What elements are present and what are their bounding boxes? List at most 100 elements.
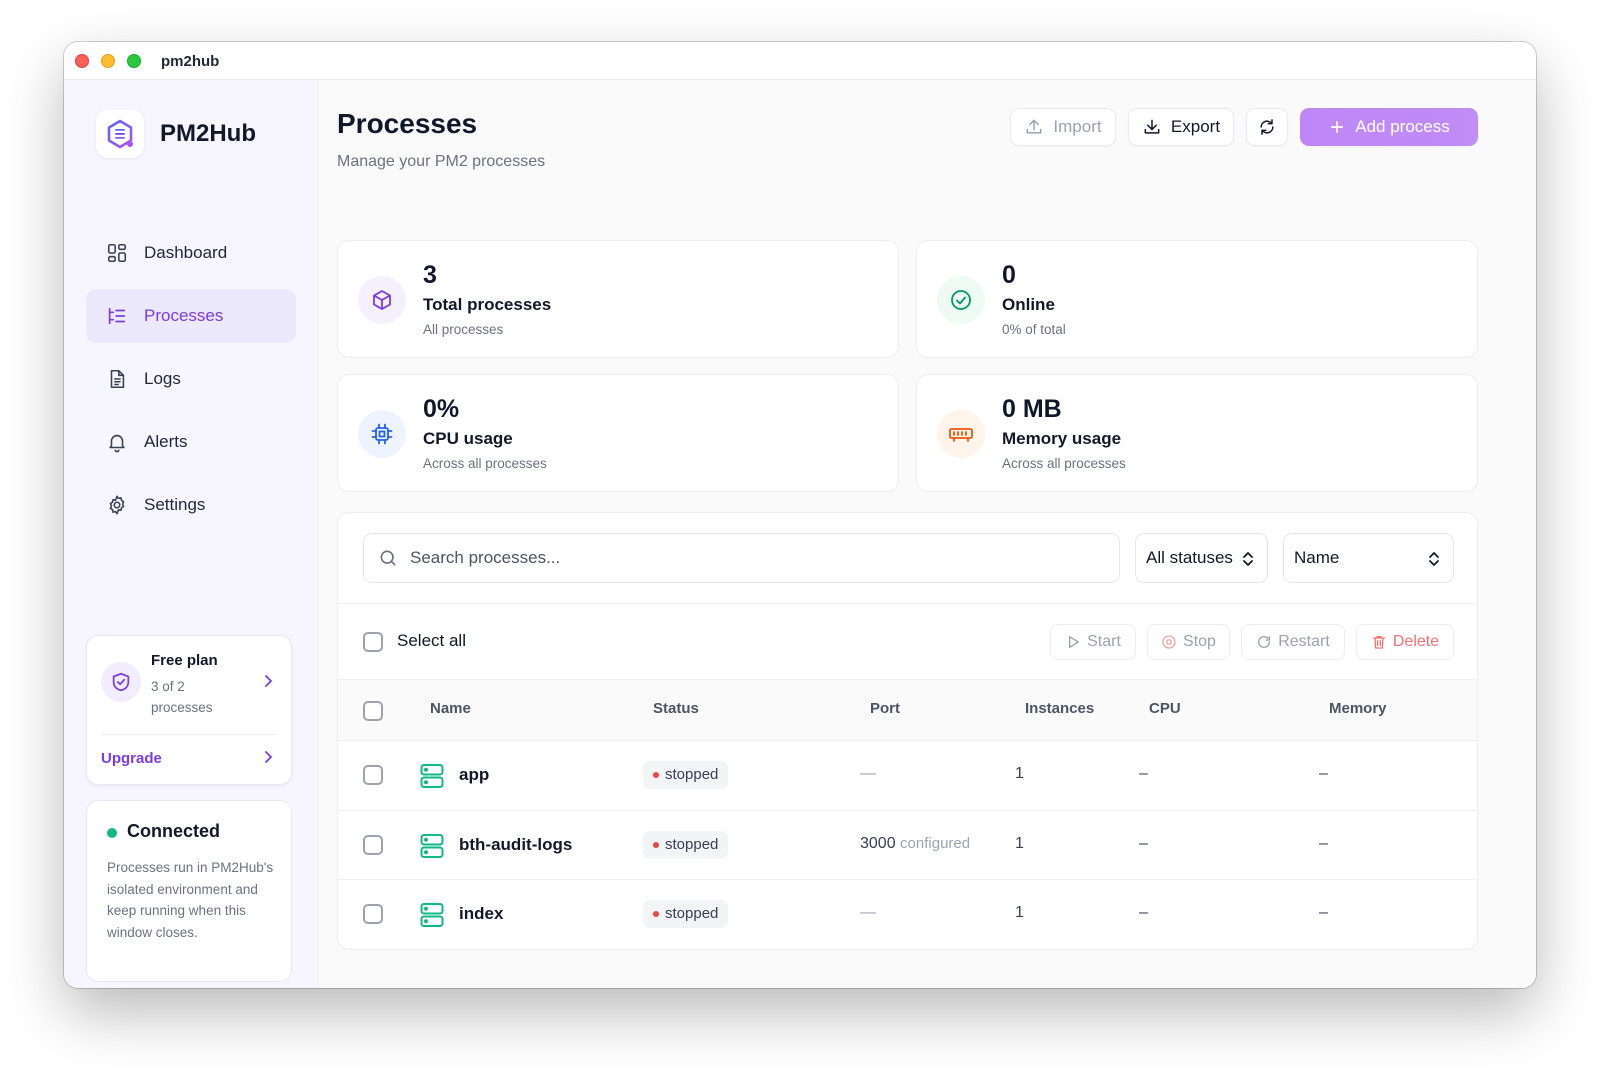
sidebar-item-label: Logs — [144, 369, 181, 388]
column-header-port[interactable]: Port — [870, 700, 900, 717]
export-button[interactable]: Export — [1128, 108, 1234, 146]
pm2hub-logo-icon — [96, 110, 144, 158]
sidebar-item-dashboard[interactable]: Dashboard — [86, 226, 296, 280]
row-checkbox[interactable] — [363, 835, 383, 855]
row-checkbox[interactable] — [363, 904, 383, 924]
table-row[interactable]: app stopped — 1 – – — [338, 741, 1477, 810]
sidebar-item-label: Processes — [144, 306, 224, 325]
header-checkbox[interactable] — [363, 701, 383, 721]
search-input[interactable] — [410, 548, 1090, 568]
gear-icon — [109, 495, 125, 515]
sidebar-item-label: Settings — [144, 495, 206, 514]
chevron-right-icon[interactable] — [261, 750, 275, 764]
stat-value: 0% — [423, 395, 460, 423]
select-all-label[interactable]: Select all — [397, 631, 466, 651]
stop-button[interactable]: Stop — [1147, 624, 1230, 660]
column-header-name[interactable]: Name — [430, 700, 471, 717]
add-process-button[interactable]: Add process — [1300, 108, 1478, 146]
stat-card-total: 3 Total processes All processes — [337, 240, 899, 358]
sidebar-item-settings[interactable]: Settings — [86, 478, 296, 532]
refresh-button[interactable] — [1246, 108, 1288, 146]
stat-label: Memory usage — [1002, 429, 1122, 448]
divider — [101, 734, 277, 735]
bell-icon — [109, 434, 125, 453]
port-cell: 3000 configured — [860, 835, 970, 853]
stat-card-cpu: 0% CPU usage Across all processes — [337, 374, 899, 492]
export-label: Export — [1170, 117, 1221, 136]
stat-sub: 0% of total — [1002, 322, 1066, 337]
minimize-window-button[interactable] — [101, 54, 115, 68]
stat-value: 0 MB — [1002, 395, 1062, 423]
table-row[interactable]: bth-audit-logs stopped 3000 configured 1… — [338, 811, 1477, 880]
stat-label: CPU usage — [423, 429, 513, 448]
memory-cell: – — [1319, 904, 1328, 921]
status-badge: stopped — [643, 900, 729, 928]
sidebar-item-label: Dashboard — [144, 243, 228, 262]
stat-sub: Across all processes — [423, 456, 547, 471]
close-window-button[interactable] — [75, 54, 89, 68]
process-name[interactable]: bth-audit-logs — [459, 835, 572, 855]
refresh-icon — [1260, 119, 1274, 135]
sidebar-item-label: Alerts — [144, 432, 188, 451]
sort-select[interactable]: Name — [1283, 533, 1454, 583]
column-header-memory[interactable]: Memory — [1329, 700, 1387, 717]
start-label: Start — [1087, 633, 1121, 650]
sidebar-item-processes[interactable]: Processes — [86, 289, 296, 343]
stat-label: Online — [1002, 295, 1055, 314]
row-checkbox[interactable] — [363, 765, 383, 785]
process-name[interactable]: app — [459, 765, 489, 785]
table-row[interactable]: index stopped — 1 – – — [338, 880, 1477, 949]
sidebar-item-logs[interactable]: Logs — [86, 352, 296, 406]
upgrade-link[interactable]: Upgrade — [101, 750, 162, 767]
connection-description: Processes run in PM2Hub's isolated envir… — [107, 860, 274, 940]
play-icon — [1069, 636, 1080, 648]
file-icon — [110, 369, 125, 389]
instances-cell: 1 — [1015, 904, 1024, 921]
dashboard-icon — [107, 243, 127, 263]
delete-button[interactable]: Delete — [1356, 624, 1454, 660]
restart-button[interactable]: Restart — [1241, 624, 1345, 660]
stat-value: 0 — [1002, 261, 1016, 289]
brand-name: PM2Hub — [160, 120, 256, 147]
chevron-right-icon[interactable] — [261, 674, 275, 688]
connection-status: Connected — [127, 821, 221, 841]
sidebar-nav: Dashboard Processes Logs Alerts Settings — [86, 226, 296, 541]
connection-card: Connected Processes run in PM2Hub's isol… — [86, 800, 292, 982]
status-badge: stopped — [643, 831, 729, 859]
sidebar: PM2Hub Dashboard Processes Logs Alerts S… — [64, 80, 319, 988]
status-filter-value: All statuses — [1146, 548, 1233, 567]
import-button[interactable]: Import — [1010, 108, 1116, 146]
search-box[interactable] — [363, 533, 1120, 583]
shield-check-icon — [101, 662, 141, 702]
title-bar: pm2hub — [64, 42, 1536, 80]
stop-circle-icon — [1162, 635, 1176, 649]
select-all-checkbox[interactable] — [363, 632, 383, 652]
status-filter-select[interactable]: All statuses — [1135, 533, 1268, 583]
plan-title: Free plan — [151, 652, 218, 669]
app-window: pm2hub PM2Hub Dashboard Processes Logs A… — [64, 42, 1536, 988]
memory-cell: – — [1319, 835, 1328, 852]
maximize-window-button[interactable] — [127, 54, 141, 68]
column-header-instances[interactable]: Instances — [1025, 700, 1094, 717]
restart-icon — [1258, 636, 1271, 648]
brand: PM2Hub — [96, 110, 256, 158]
divider — [338, 603, 1477, 604]
stat-sub: Across all processes — [1002, 456, 1126, 471]
import-label: Import — [1053, 117, 1102, 136]
column-header-status[interactable]: Status — [653, 700, 699, 717]
stat-card-online: 0 Online 0% of total — [916, 240, 1478, 358]
stat-value: 3 — [423, 261, 437, 289]
box-icon — [358, 276, 406, 324]
start-button[interactable]: Start — [1050, 624, 1136, 660]
column-header-cpu[interactable]: CPU — [1149, 700, 1181, 717]
server-icon — [420, 903, 444, 927]
chevron-updown-icon — [1243, 552, 1253, 566]
check-circle-icon — [937, 276, 985, 324]
plan-card[interactable]: Free plan 3 of 2 processes Upgrade — [86, 635, 292, 785]
sidebar-item-alerts[interactable]: Alerts — [86, 415, 296, 469]
process-name[interactable]: index — [459, 904, 503, 924]
stop-label: Stop — [1183, 633, 1216, 650]
process-panel: All statuses Name Select all Start Stop … — [337, 512, 1478, 950]
chevron-updown-icon — [1429, 552, 1439, 566]
download-icon — [1144, 119, 1160, 134]
